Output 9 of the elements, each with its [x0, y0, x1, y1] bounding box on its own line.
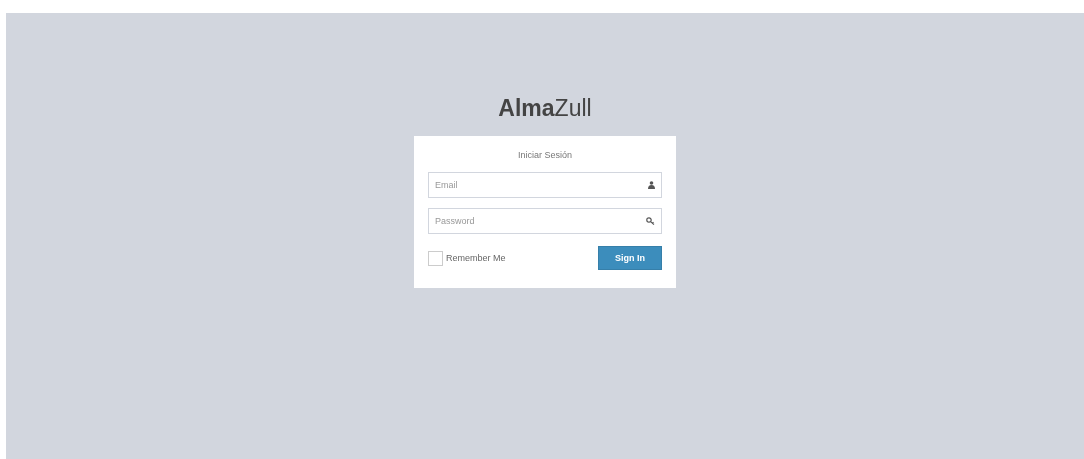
- sign-in-button[interactable]: Sign In: [598, 246, 662, 270]
- app-logo: AlmaZull: [498, 95, 592, 122]
- password-field[interactable]: Password: [428, 208, 662, 234]
- key-icon: [646, 217, 655, 225]
- user-icon: [648, 181, 655, 189]
- email-field[interactable]: Email: [428, 172, 662, 198]
- remember-label: Remember Me: [446, 253, 506, 263]
- login-title: Iniciar Sesión: [518, 150, 572, 160]
- remember-checkbox[interactable]: [428, 250, 443, 266]
